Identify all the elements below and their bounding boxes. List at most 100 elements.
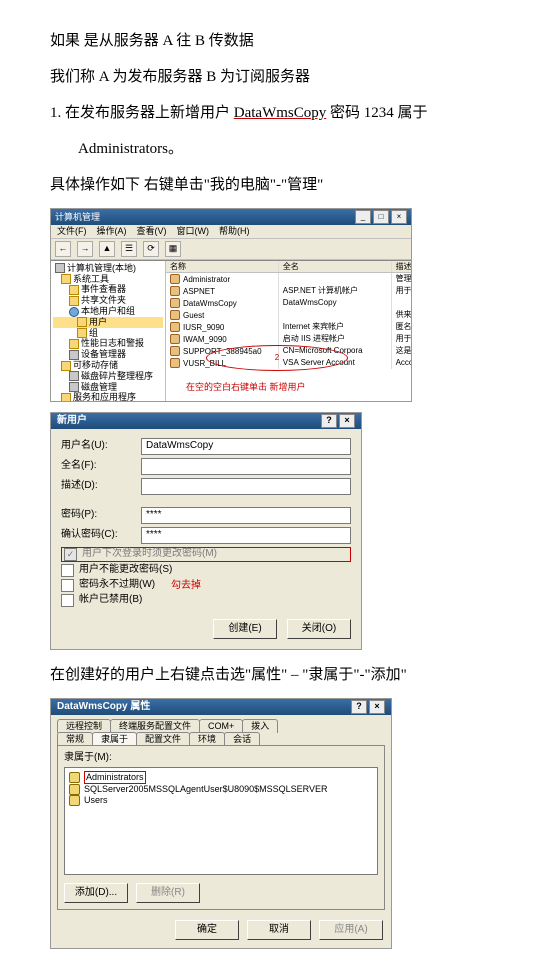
- tree-storage[interactable]: 可移动存储: [53, 360, 163, 371]
- para-3b: 密码 1234 属于: [326, 105, 427, 121]
- cm-tree: 计算机管理(本地) 系统工具 事件查看器 共享文件夹 本地用户和组 用户 组 性…: [51, 261, 166, 401]
- tab-profile[interactable]: 配置文件: [136, 732, 190, 746]
- tab-complus[interactable]: COM+: [199, 719, 243, 733]
- chk-disabled-label: 帐户已禁用(B): [79, 594, 142, 606]
- pr-tabs: 远程控制 终端服务配置文件 COM+ 拨入 常规 隶属于 配置文件 环境 会话: [51, 715, 391, 746]
- chk-must-change[interactable]: ✓ 用户下次登录时须更改密码(M): [61, 547, 351, 562]
- list-header: 名称 全名 描述: [166, 261, 411, 274]
- tab-tsprofile[interactable]: 终端服务配置文件: [110, 719, 200, 733]
- list-item[interactable]: Guest供来宾访问计算机: [166, 309, 411, 321]
- checkbox-icon: [61, 579, 74, 592]
- checkbox-icon: [61, 594, 74, 607]
- maximize-button[interactable]: □: [373, 210, 389, 224]
- group-icon: [69, 772, 80, 783]
- para-4: 具体操作如下 右键单击"我的电脑"-"管理": [50, 170, 491, 200]
- cm-list: 名称 全名 描述 Administrator管理计算机(域)的 ASPNETAS…: [166, 261, 411, 401]
- pr-titlebar: DataWmsCopy 属性 ? ×: [51, 699, 391, 715]
- tab-env[interactable]: 环境: [189, 732, 225, 746]
- tree-localusers[interactable]: 本地用户和组: [53, 306, 163, 317]
- lbl-fullname: 全名(F):: [61, 460, 141, 472]
- list-item[interactable]: Administrators: [69, 771, 373, 784]
- remove-button[interactable]: 删除(R): [136, 883, 200, 903]
- datawmscopy-underline: DataWmsCopy: [234, 105, 326, 121]
- nu-title: 新用户: [57, 415, 87, 427]
- tree-event[interactable]: 事件查看器: [53, 284, 163, 295]
- col-full[interactable]: 全名: [279, 261, 392, 273]
- tree-root[interactable]: 计算机管理(本地): [53, 263, 163, 274]
- list-item[interactable]: Administrator管理计算机(域)的: [166, 273, 411, 285]
- export-icon[interactable]: ▦: [165, 241, 181, 257]
- username-input[interactable]: DataWmsCopy: [141, 438, 351, 455]
- tree-groups[interactable]: 组: [53, 328, 163, 339]
- help-button[interactable]: ?: [321, 414, 337, 428]
- annotation-ellipse: 2: [206, 345, 348, 371]
- tree-sys[interactable]: 系统工具: [53, 274, 163, 285]
- memberof-listbox[interactable]: Administrators SQLServer2005MSSQLAgentUs…: [64, 767, 378, 875]
- menu-view[interactable]: 查看(V): [137, 226, 167, 237]
- chk-cant-change[interactable]: 用户不能更改密码(S): [61, 564, 351, 577]
- tree-perf[interactable]: 性能日志和警报: [53, 338, 163, 349]
- password-input[interactable]: ****: [141, 507, 351, 524]
- tab-remote[interactable]: 远程控制: [57, 719, 111, 733]
- user-icon: [170, 274, 180, 284]
- close-dialog-button[interactable]: 关闭(O): [287, 619, 351, 639]
- apply-button[interactable]: 应用(A): [319, 920, 383, 940]
- menu-help[interactable]: 帮助(H): [219, 226, 250, 237]
- cm-menubar: 文件(F) 操作(A) 查看(V) 窗口(W) 帮助(H): [51, 225, 411, 239]
- annotation-note: 勾去掉: [171, 580, 351, 592]
- close-button[interactable]: ×: [391, 210, 407, 224]
- menu-action[interactable]: 操作(A): [97, 226, 127, 237]
- list-item[interactable]: IUSR_9090Internet 来宾帐户匿名访问 Intern: [166, 321, 411, 333]
- para-5: 在创建好的用户上右键点击选"属性" – "隶属于"-"添加": [50, 660, 491, 690]
- tab-general[interactable]: 常规: [57, 732, 93, 746]
- tab-memberof[interactable]: 隶属于: [92, 732, 137, 746]
- tree-defrag[interactable]: 磁盘碎片整理程序: [53, 371, 163, 382]
- forward-icon[interactable]: →: [77, 241, 93, 257]
- minimize-button[interactable]: _: [355, 210, 371, 224]
- list-item[interactable]: SQLServer2005MSSQLAgentUser$U8090$MSSQLS…: [69, 784, 373, 795]
- add-button[interactable]: 添加(D)...: [64, 883, 128, 903]
- help-button[interactable]: ?: [351, 700, 367, 714]
- up-icon[interactable]: ▲: [99, 241, 115, 257]
- col-desc[interactable]: 描述: [392, 261, 411, 273]
- col-name[interactable]: 名称: [166, 261, 279, 273]
- list-item[interactable]: IWAM_9090启动 IIS 进程帐户用于启动进程外应: [166, 333, 411, 345]
- chk-must-change-label: 用户下次登录时须更改密码(M): [82, 548, 217, 560]
- close-button[interactable]: ×: [369, 700, 385, 714]
- close-button[interactable]: ×: [339, 414, 355, 428]
- checkbox-icon: [61, 564, 74, 577]
- tree-devmgr[interactable]: 设备管理器: [53, 349, 163, 360]
- tree-users[interactable]: 用户: [53, 317, 163, 328]
- chk-disabled[interactable]: 帐户已禁用(B): [61, 594, 351, 607]
- menu-window[interactable]: 窗口(W): [177, 226, 210, 237]
- refresh-icon[interactable]: ⟳: [143, 241, 159, 257]
- tree-svcapp[interactable]: 服务和应用程序: [53, 392, 163, 400]
- list-item[interactable]: ASPNETASP.NET 计算机帐户用于运行 ASP.NE: [166, 285, 411, 297]
- create-button[interactable]: 创建(E): [213, 619, 277, 639]
- tree-shared[interactable]: 共享文件夹: [53, 295, 163, 306]
- desc-input[interactable]: [141, 478, 351, 495]
- lbl-username: 用户名(U):: [61, 440, 141, 452]
- list-item[interactable]: Users: [69, 795, 373, 806]
- lbl-password: 密码(P):: [61, 509, 141, 521]
- cancel-button[interactable]: 取消: [247, 920, 311, 940]
- chk-cant-change-label: 用户不能更改密码(S): [79, 564, 172, 576]
- fullname-input[interactable]: [141, 458, 351, 475]
- pr-title: DataWmsCopy 属性: [57, 701, 150, 713]
- tree-diskmgr[interactable]: 磁盘管理: [53, 382, 163, 393]
- ok-button[interactable]: 确定: [175, 920, 239, 940]
- back-icon[interactable]: ←: [55, 241, 71, 257]
- list-item[interactable]: DataWmsCopyDataWmsCopy: [166, 297, 411, 309]
- tab-session[interactable]: 会话: [224, 732, 260, 746]
- confirm-input[interactable]: ****: [141, 527, 351, 544]
- memberof-label: 隶属于(M):: [64, 752, 378, 764]
- tab-dialin[interactable]: 拨入: [242, 719, 278, 733]
- computer-management-window: 计算机管理 _ □ × 文件(F) 操作(A) 查看(V) 窗口(W) 帮助(H…: [50, 208, 412, 402]
- properties-dialog: DataWmsCopy 属性 ? × 远程控制 终端服务配置文件 COM+ 拨入…: [50, 698, 392, 950]
- para-3: 1. 在发布服务器上新增用户 DataWmsCopy 密码 1234 属于: [50, 98, 491, 128]
- group-icon: [69, 784, 80, 795]
- para-2: 我们称 A 为发布服务器 B 为订阅服务器: [50, 62, 491, 92]
- user-icon: [170, 334, 180, 344]
- menu-file[interactable]: 文件(F): [57, 226, 87, 237]
- props-icon[interactable]: ☰: [121, 241, 137, 257]
